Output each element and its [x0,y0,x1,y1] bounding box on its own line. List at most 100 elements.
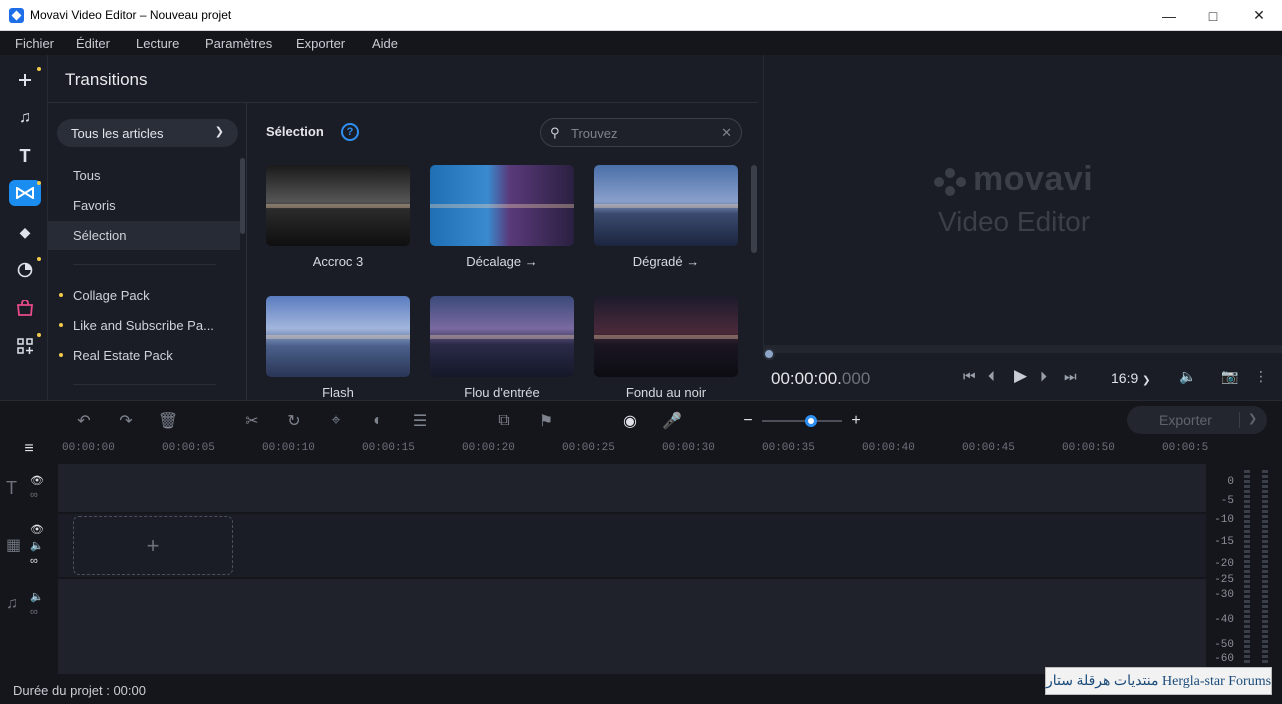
go-to-start-icon[interactable]: ⏮ [963,368,976,385]
category-all[interactable]: Tous [48,161,240,190]
notification-dot [37,181,41,185]
transition-thumbnail-fondu-au-noir[interactable] [594,296,738,377]
category-scrollbar[interactable] [240,158,245,234]
seek-knob[interactable] [763,348,775,360]
more-tools-icon[interactable] [12,333,38,359]
overlay-icon[interactable]: ⧉ [493,412,515,430]
timecode-main: 00:00:00. [771,369,842,388]
notification-dot [37,333,41,337]
pack-like-subscribe[interactable]: Like and Subscribe Pa... [48,311,240,340]
close-button[interactable]: ✕ [1236,0,1282,31]
volume-icon[interactable]: 🔈 [1179,368,1196,385]
go-to-end-icon[interactable]: ⏭ [1064,368,1077,385]
divider [1239,412,1240,428]
export-button-label: Exporter [1159,412,1212,428]
stickers-icon[interactable]: ◆ [12,219,38,245]
redo-icon[interactable]: ↷ [115,412,137,430]
category-dropdown[interactable]: Tous les articles ❯ [57,119,238,147]
delete-icon[interactable]: 🗑 [157,412,179,430]
link-icon[interactable]: ∞ [30,606,38,618]
search-input[interactable] [571,124,711,142]
add-media-icon[interactable] [12,67,38,93]
category-selection[interactable]: Sélection [48,221,240,250]
add-track-icon[interactable]: ≡ [18,440,40,458]
ruler-tick: 00:00:5 [1162,442,1209,454]
search-icon: ⚲ [550,125,560,140]
snapshot-icon[interactable]: 📷 [1221,368,1238,385]
transition-label: Dégradé → [632,254,700,269]
next-frame-icon[interactable]: ⏵ [1040,368,1047,385]
divider [48,102,758,103]
minimize-button[interactable]: — [1146,0,1192,31]
link-icon[interactable]: ∞ [30,489,38,501]
menu-lecture[interactable]: Lecture [136,36,179,51]
zoom-slider-knob[interactable] [805,415,817,427]
cut-icon[interactable]: ✂ [241,412,263,430]
notification-dot [37,67,41,71]
rotate-icon[interactable]: ↻ [283,412,305,430]
play-icon[interactable]: ▶ [1014,366,1027,386]
aspect-ratio-label: 16:9 [1111,370,1139,386]
transition-label: Fondu au noir [625,385,707,400]
marker-flag-icon[interactable]: ⚑ [535,412,557,430]
meter-label: -10 [1214,514,1234,526]
menu-exporter[interactable]: Exporter [296,36,345,51]
titles-icon[interactable]: T [12,143,38,169]
project-duration: Durée du projet : 00:00 [13,683,146,698]
help-icon[interactable]: ? [341,123,359,141]
undo-icon[interactable]: ↶ [73,412,95,430]
audio-meter-right [1262,470,1268,665]
seek-bar[interactable] [763,345,1282,353]
menu-editer[interactable]: Éditer [76,36,110,51]
ruler-tick: 00:00:50 [1062,442,1115,454]
pack-real-estate[interactable]: Real Estate Pack [48,341,240,370]
color-adjust-icon[interactable]: ◐ [367,412,389,430]
meter-label: -60 [1214,653,1234,665]
visibility-eye-icon[interactable]: 👁 [30,474,44,487]
maximize-button[interactable]: □ [1190,0,1236,31]
more-options-icon[interactable]: ⋮ [1254,368,1268,385]
menu-aide[interactable]: Aide [372,36,398,51]
meter-label: -5 [1220,495,1234,507]
chevron-down-icon: ❯ [1142,375,1151,386]
transition-thumbnail-degrade[interactable] [594,165,738,246]
meter-label: -15 [1214,536,1234,548]
ruler-tick: 00:00:25 [562,442,615,454]
menu-fichier[interactable]: Fichier [15,36,54,51]
title-track[interactable] [58,464,1206,512]
menu-parametres[interactable]: Paramètres [205,36,272,51]
transition-thumbnail-flash[interactable] [266,296,410,377]
timeline-ruler[interactable]: 00:00:00 00:00:05 00:00:10 00:00:15 00:0… [58,440,1209,462]
transition-thumbnail-accroc-3[interactable] [266,165,410,246]
previous-frame-icon[interactable]: ⏴ [988,368,995,385]
movavi-app-icon [9,8,24,23]
music-icon[interactable]: ♫ [12,105,38,131]
category-favorites[interactable]: Favoris [48,191,240,220]
video-track-icon: ▦ [6,537,22,554]
crop-icon[interactable]: ⌖ [325,412,347,430]
webcam-icon[interactable]: ◉ [619,412,641,430]
pack-collage[interactable]: Collage Pack [48,281,240,310]
clear-search-icon[interactable]: ✕ [721,125,732,141]
divider [246,103,247,400]
store-icon[interactable] [12,295,38,321]
zoom-out-icon[interactable]: − [737,412,759,430]
audio-track[interactable] [58,579,1206,674]
transitions-icon[interactable] [9,180,41,206]
chevron-down-icon[interactable]: ❯ [1248,412,1257,425]
export-button[interactable]: Exporter ❯ [1127,406,1267,434]
visibility-eye-icon[interactable]: 👁 [30,523,44,536]
media-drop-zone[interactable]: + [73,516,233,575]
transitions-scrollbar[interactable] [751,165,757,253]
link-icon[interactable]: ∞ [30,555,38,567]
zoom-in-icon[interactable]: + [845,412,867,430]
transition-thumbnail-flou-entree[interactable] [430,296,574,377]
zoom-slider[interactable] [762,420,842,422]
microphone-icon[interactable]: 🎤 [661,412,683,430]
aspect-ratio-select[interactable]: 16:9 ❯ [1111,370,1151,386]
track-volume-icon[interactable]: 🔈 [30,590,44,603]
transition-thumbnail-decalage[interactable] [430,165,574,246]
clip-properties-icon[interactable]: ☰ [409,412,431,430]
filters-icon[interactable] [12,257,38,283]
track-volume-icon[interactable]: 🔈 [30,539,44,552]
